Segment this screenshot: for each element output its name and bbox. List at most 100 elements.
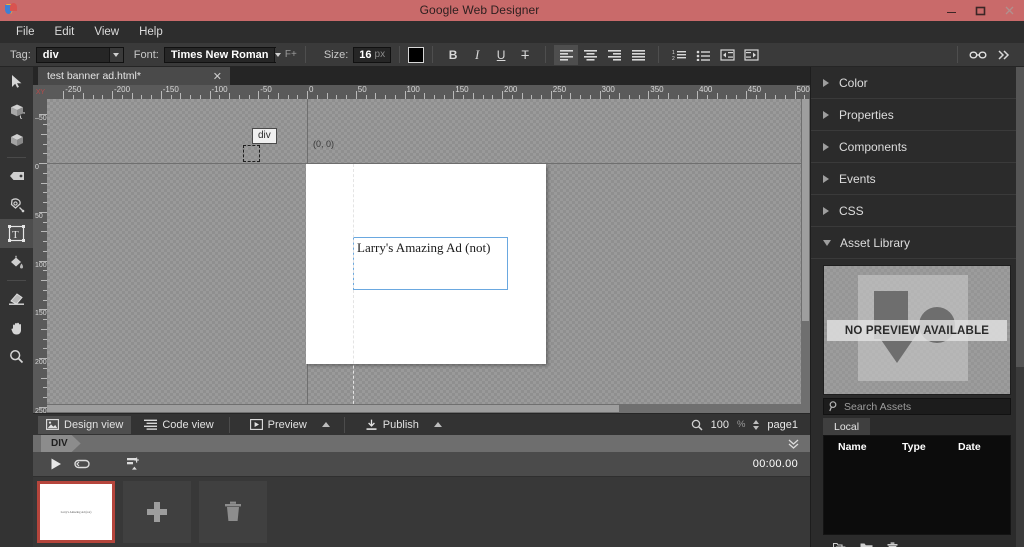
eraser-tool[interactable] <box>0 284 33 313</box>
publish-button[interactable]: Publish <box>357 416 427 434</box>
align-center-button[interactable] <box>578 45 602 65</box>
design-view-button[interactable]: Design view <box>38 415 132 434</box>
selection-tool[interactable] <box>0 67 33 96</box>
cube-icon <box>10 133 23 146</box>
tool-divider <box>7 157 26 158</box>
underline-button[interactable]: U <box>489 45 513 65</box>
ruler-corner[interactable]: X Y <box>33 85 47 99</box>
align-right-button[interactable] <box>602 45 626 65</box>
close-icon[interactable] <box>995 0 1024 21</box>
timeline-collapse-button[interactable] <box>787 437 800 453</box>
ruler-label: 150 <box>35 310 47 318</box>
frame-thumbnail[interactable]: Larry's Amazing Ad (not) <box>37 481 115 543</box>
asset-list-table[interactable]: Name Type Date <box>823 435 1011 535</box>
align-justify-button[interactable] <box>626 45 650 65</box>
bold-button[interactable]: B <box>441 45 465 65</box>
strikethrough-button[interactable]: T <box>513 45 537 65</box>
ruler-label: 200 <box>35 359 47 366</box>
element-alignment-guide <box>353 164 354 413</box>
search-icon <box>829 401 837 412</box>
panel-section-events[interactable]: Events <box>811 163 1024 195</box>
paint-bucket-tool[interactable] <box>0 248 33 277</box>
minimize-icon[interactable] <box>937 0 966 21</box>
delete-frame-button[interactable] <box>199 481 267 543</box>
document-tab[interactable]: test banner ad.html* ✕ <box>38 67 230 85</box>
panel-section-css[interactable]: CSS <box>811 195 1024 227</box>
indent-button[interactable] <box>739 45 763 65</box>
folder-icon[interactable] <box>860 542 873 547</box>
add-asset-icon[interactable] <box>833 542 846 547</box>
right-panel-scrollbar[interactable] <box>1016 67 1024 547</box>
search-assets-input[interactable]: Search Assets <box>823 398 1011 415</box>
publish-dropdown-caret-icon[interactable] <box>433 422 442 427</box>
text-tool[interactable]: T <box>0 219 33 248</box>
tag-select[interactable]: div <box>35 46 124 63</box>
column-header-type[interactable]: Type <box>902 441 958 453</box>
delete-asset-icon[interactable] <box>887 542 898 547</box>
close-icon[interactable]: ✕ <box>211 70 224 83</box>
ruler-label: 50 <box>357 85 367 94</box>
ruler-tick <box>502 91 503 99</box>
ordered-list-button[interactable]: 1 2 <box>667 45 691 65</box>
panel-section-components[interactable]: Components <box>811 131 1024 163</box>
pen-tool[interactable] <box>0 190 33 219</box>
ruler-tick <box>63 91 65 99</box>
font-size-input[interactable]: 16 px <box>353 46 392 63</box>
font-select[interactable]: Times New Roman <box>163 46 282 63</box>
asset-preview[interactable]: NO PREVIEW AVAILABLE <box>823 265 1011 395</box>
menu-view[interactable]: View <box>84 21 129 43</box>
preview-button[interactable]: Preview <box>242 416 315 434</box>
stage-page[interactable]: Larry's Amazing Ad (not) <box>306 164 546 364</box>
stage-area: X Y -250 -200 -150 -100 -50 0 50 100 150 200 250 30… <box>33 85 810 413</box>
ad-text-content: Larry's Amazing Ad (not) <box>357 240 491 255</box>
scrollbar-thumb[interactable] <box>802 99 809 321</box>
zoom-level-value[interactable]: 100 <box>711 419 729 431</box>
align-left-button[interactable] <box>554 44 579 65</box>
panel-section-properties[interactable]: Properties <box>811 99 1024 131</box>
menu-edit[interactable]: Edit <box>45 21 85 43</box>
hand-tool[interactable] <box>0 313 33 342</box>
element-selection-handle[interactable] <box>243 145 260 162</box>
column-header-name[interactable]: Name <box>824 441 902 453</box>
element-badge[interactable]: div <box>252 128 277 144</box>
align-center-icon <box>583 49 597 61</box>
unordered-list-button[interactable] <box>691 45 715 65</box>
3d-object-tool[interactable] <box>0 125 33 154</box>
code-view-button[interactable]: Code view <box>136 416 221 434</box>
3d-rotate-tool[interactable] <box>0 96 33 125</box>
add-font-button[interactable]: F+ <box>285 49 297 60</box>
play-button[interactable] <box>43 453 69 475</box>
scrollbar-thumb[interactable] <box>47 405 619 412</box>
asset-tab-local[interactable]: Local <box>823 418 871 435</box>
italic-button[interactable]: I <box>465 45 489 65</box>
menu-file[interactable]: File <box>6 21 45 43</box>
toolbar-overflow-button[interactable] <box>990 45 1018 65</box>
zoom-tool[interactable] <box>0 342 33 371</box>
chevron-right-icon <box>823 110 829 119</box>
scrollbar-thumb[interactable] <box>1016 67 1024 367</box>
ad-text-element[interactable]: Larry's Amazing Ad (not) <box>353 237 508 290</box>
column-header-date[interactable]: Date <box>958 441 1008 453</box>
preview-dropdown-caret-icon[interactable] <box>321 422 330 427</box>
breadcrumb-div[interactable]: DIV <box>41 435 81 452</box>
canvas-horizontal-scrollbar[interactable] <box>47 404 810 413</box>
link-button[interactable] <box>966 45 990 65</box>
add-frame-button[interactable] <box>123 481 191 543</box>
tag-tool[interactable] <box>0 161 33 190</box>
canvas-vertical-scrollbar[interactable] <box>801 99 810 404</box>
design-canvas[interactable]: div (0, 0) Larry's Amazing Ad (not) <box>47 99 810 413</box>
add-keyframe-button[interactable] <box>121 453 147 475</box>
panel-section-color[interactable]: Color <box>811 67 1024 99</box>
ruler-tick <box>160 91 162 99</box>
text-color-swatch[interactable] <box>408 46 425 63</box>
page-selector[interactable]: page1 <box>767 419 798 431</box>
outdent-button[interactable] <box>715 45 739 65</box>
maximize-icon[interactable] <box>966 0 995 21</box>
loop-button[interactable] <box>69 453 95 475</box>
horizontal-ruler[interactable]: -250 -200 -150 -100 -50 0 50 100 150 200 250 300 350… <box>47 85 810 99</box>
vertical-ruler[interactable]: –50 0 50 100 150 200 250 <box>33 99 47 413</box>
tag-label: Tag: <box>10 48 31 61</box>
panel-section-asset-library[interactable]: Asset Library <box>811 227 1024 259</box>
menu-help[interactable]: Help <box>129 21 173 43</box>
zoom-stepper[interactable] <box>753 419 760 430</box>
